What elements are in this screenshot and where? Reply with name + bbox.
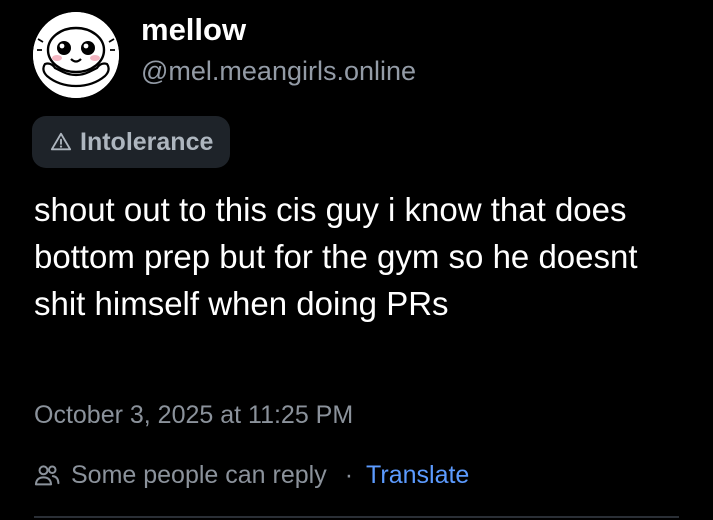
reply-settings[interactable]: Some people can reply [33,461,327,490]
divider [34,516,679,518]
author-display-name[interactable]: mellow [141,12,246,48]
post-meta-row: Some people can reply · Translate [33,456,469,494]
translate-link[interactable]: Translate [366,461,469,490]
reply-settings-label: Some people can reply [71,460,327,489]
content-label-chip[interactable]: Intolerance [32,116,231,168]
separator-dot: · [344,460,354,489]
cartoon-face-avatar-icon [33,12,119,98]
avatar[interactable] [33,12,119,98]
post-text: shout out to this cis guy i know that do… [34,191,638,322]
author-handle[interactable]: @mel.meangirls.online [141,56,416,87]
post-thread-item: mellow @mel.meangirls.online Intolerance… [0,0,713,520]
people-icon [34,465,60,486]
content-label-text: Intolerance [80,127,214,156]
warning-triangle-icon [50,131,72,153]
post-timestamp: October 3, 2025 at 11:25 PM [34,401,354,429]
